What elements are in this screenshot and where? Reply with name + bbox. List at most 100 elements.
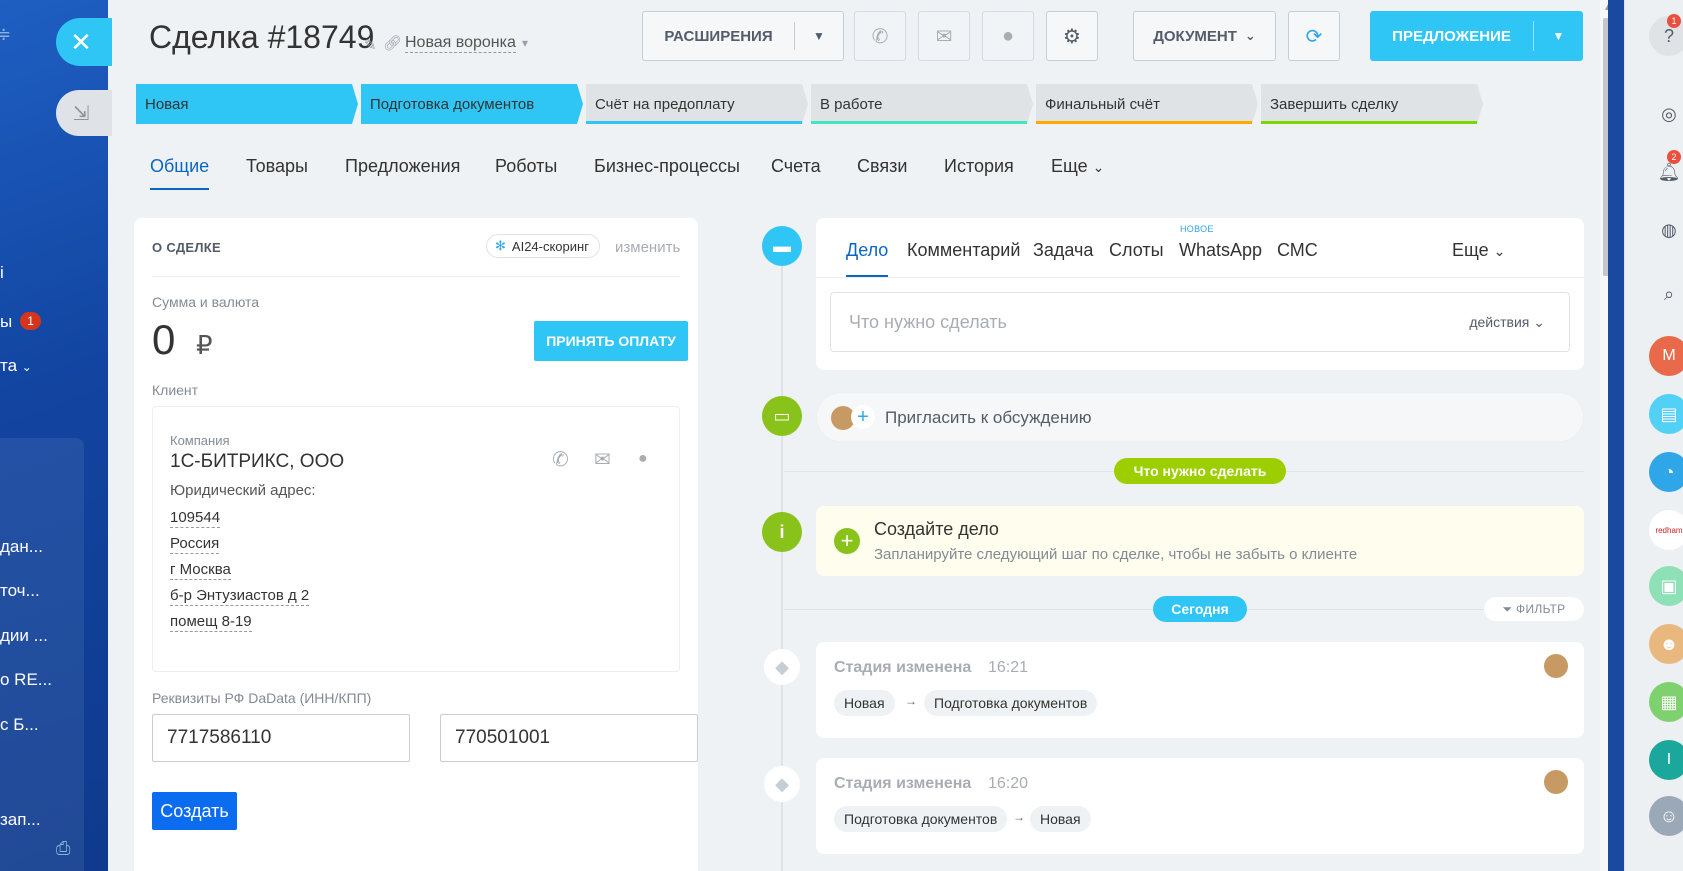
group-avatar[interactable]: ☻ <box>1649 624 1683 664</box>
new-badge: НОВОЕ <box>1180 224 1214 234</box>
address-line[interactable]: б-р Энтузиастов д 2 <box>170 587 310 606</box>
email-button[interactable]: ✉ <box>918 11 970 61</box>
scrollbar-thumb[interactable] <box>1603 18 1608 276</box>
plus-icon[interactable]: + <box>851 405 875 429</box>
avatar[interactable]: I <box>1649 740 1683 780</box>
chat-icon: ◍ <box>1661 219 1677 240</box>
open-lines-button[interactable]: ▤ <box>1649 394 1683 434</box>
kpp-input[interactable]: 770501001 <box>440 714 698 762</box>
tab-business-processes[interactable]: Бизнес-процессы <box>594 156 740 177</box>
tab-more[interactable]: Еще ⌄ <box>1452 240 1505 261</box>
tab-whatsapp[interactable]: WhatsApp <box>1179 240 1262 261</box>
settings-icon[interactable]: ≑ <box>0 24 11 45</box>
avatar[interactable]: М <box>1649 336 1683 376</box>
backdrop-list-item[interactable]: о RE... <box>0 670 52 690</box>
client-label: Клиент <box>152 382 199 398</box>
call-button[interactable]: ✆ <box>854 11 906 61</box>
info-icon: i <box>762 512 802 552</box>
backdrop-list-item[interactable]: дан... <box>0 537 43 557</box>
backdrop-menu-item[interactable]: та ⌄ <box>0 356 32 376</box>
chat-button[interactable]: ● <box>982 11 1034 61</box>
contact-card-button[interactable]: ▦ <box>1649 682 1683 722</box>
tab-sms[interactable]: СМС <box>1277 240 1318 261</box>
user-time-button[interactable]: ◔ <box>1649 452 1683 492</box>
extensions-button[interactable]: РАСШИРЕНИЯ ▼ <box>642 11 844 61</box>
close-slider-button[interactable]: ✕ <box>56 18 112 66</box>
offer-label[interactable]: ПРЕДЛОЖЕНИЕ <box>1370 21 1534 51</box>
client-box: Компания 1С-БИТРИКС, ООО Юридический адр… <box>152 406 680 672</box>
settings-button[interactable]: ⚙ <box>1046 11 1098 61</box>
backdrop-menu-item[interactable]: ы1 <box>0 312 41 332</box>
tab-robots[interactable]: Роботы <box>495 156 557 177</box>
address-line[interactable]: г Москва <box>170 561 231 580</box>
invite-to-discussion[interactable]: + Пригласить к обсуждению <box>816 392 1584 442</box>
tab-links[interactable]: Связи <box>857 156 907 177</box>
chevron-down-icon[interactable]: ▼ <box>1534 11 1583 61</box>
minimize-slider-button[interactable]: ⇲ <box>56 90 112 136</box>
address-line[interactable]: помещ 8-19 <box>170 613 252 632</box>
actions-label: действия <box>1469 314 1530 330</box>
tab-activity[interactable]: Дело <box>846 240 889 277</box>
backdrop-list-item[interactable]: зап... <box>0 810 41 830</box>
tab-slots[interactable]: Слоты <box>1109 240 1164 261</box>
stage-complete[interactable]: Завершить сделку <box>1261 84 1483 124</box>
backdrop-list-item[interactable]: с Б... <box>0 715 39 735</box>
accept-payment-button[interactable]: ПРИНЯТЬ ОПЛАТУ <box>534 321 688 361</box>
tab-comment[interactable]: Комментарий <box>907 240 1020 261</box>
stage-docs[interactable]: Подготовка документов <box>361 84 583 124</box>
plus-icon[interactable]: + <box>834 528 860 554</box>
funnel-selector[interactable]: Новая воронка <box>405 34 516 53</box>
address-line[interactable]: 109544 <box>170 509 221 528</box>
tab-offers[interactable]: Предложения <box>345 156 460 177</box>
ai-scoring-chip[interactable]: ✻ AI24-скоринг <box>486 234 600 258</box>
stage-new[interactable]: Новая <box>136 84 358 124</box>
offer-button[interactable]: ПРЕДЛОЖЕНИЕ ▼ <box>1370 11 1583 61</box>
printer-icon[interactable]: ⎙ <box>56 838 70 859</box>
inn-input[interactable]: 7717586110 <box>152 714 410 762</box>
edit-link[interactable]: изменить <box>615 239 680 256</box>
tab-products[interactable]: Товары <box>246 156 308 177</box>
notifications-button[interactable]: 🔔︎ 2 <box>1649 150 1683 192</box>
mail-icon[interactable]: ✉ <box>594 447 611 472</box>
chevron-down-icon[interactable]: ▼ <box>795 12 843 60</box>
avatar[interactable] <box>1544 654 1568 678</box>
avatar[interactable]: ☺ <box>1649 796 1683 836</box>
app-button[interactable]: ▣ <box>1649 566 1683 606</box>
backdrop-list-item[interactable]: дии ... <box>0 626 48 646</box>
redham-app[interactable]: redham <box>1649 510 1683 550</box>
tab-general[interactable]: Общие <box>150 156 210 190</box>
actions-dropdown[interactable]: действия ⌄ <box>1469 314 1545 331</box>
link-icon[interactable]: 🔗︎ <box>383 34 402 52</box>
company-name[interactable]: 1С-БИТРИКС, ООО <box>170 451 344 473</box>
avatar[interactable] <box>1544 770 1568 794</box>
close-icon: ✕ <box>70 26 92 57</box>
tab-history[interactable]: История <box>944 156 1014 177</box>
backdrop-list-item[interactable]: точ... <box>0 581 40 601</box>
phone-icon[interactable]: ✆ <box>552 447 569 472</box>
chat-icon[interactable]: ● <box>638 450 648 468</box>
create-activity-card[interactable]: + Создайте дело Запланируйте следующий ш… <box>816 506 1584 576</box>
stage-final-invoice[interactable]: Финальный счёт <box>1036 84 1258 124</box>
copilot-icon: ◎ <box>1661 103 1677 124</box>
tab-task[interactable]: Задача <box>1033 240 1093 261</box>
copilot-button[interactable]: ◎ <box>1649 94 1683 134</box>
document-button[interactable]: ДОКУМЕНТ ⌄ <box>1133 11 1276 61</box>
stage-in-work[interactable]: В работе <box>811 84 1033 124</box>
convert-button[interactable]: ⟳ <box>1288 11 1340 61</box>
extensions-label[interactable]: РАСШИРЕНИЯ <box>643 22 795 50</box>
scroll-up-icon[interactable]: ▲ <box>1603 2 1608 13</box>
tab-more[interactable]: Еще ⌄ <box>1051 156 1104 177</box>
todo-input[interactable]: Что нужно сделать действия ⌄ <box>830 292 1570 352</box>
search-button[interactable]: ⌕ <box>1649 274 1683 314</box>
help-button[interactable]: ? 1 <box>1649 14 1683 56</box>
backdrop-text: і <box>0 263 4 282</box>
messenger-button[interactable]: ◍ <box>1649 210 1683 250</box>
address-line[interactable]: Россия <box>170 535 220 554</box>
create-button[interactable]: Создать <box>152 792 237 830</box>
filter-button[interactable]: ⏷ ФИЛЬТР <box>1484 597 1584 621</box>
edit-title-icon[interactable]: ✎ <box>364 36 377 54</box>
chevron-down-icon[interactable]: ▾ <box>522 36 528 50</box>
today-pill: Сегодня <box>1153 596 1247 622</box>
stage-prepay[interactable]: Счёт на предоплату <box>586 84 808 124</box>
tab-invoices[interactable]: Счета <box>771 156 821 177</box>
